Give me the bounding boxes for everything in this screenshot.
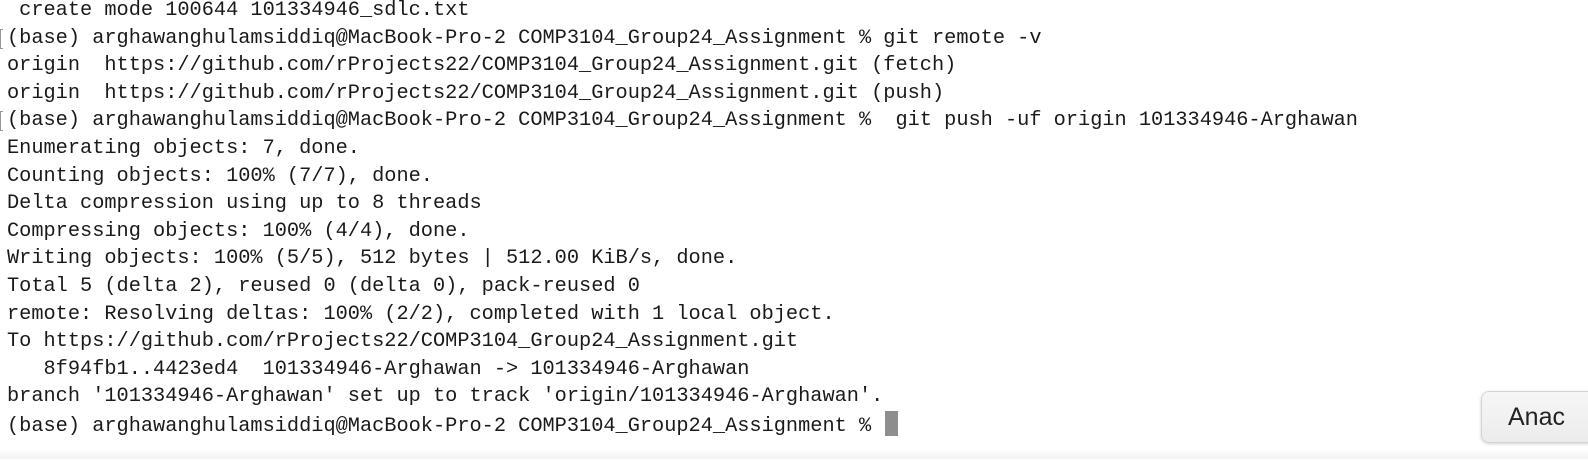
command-mark-icon <box>0 111 3 132</box>
terminal-line-text: origin https://github.com/rProjects22/CO… <box>7 81 945 105</box>
terminal-line-text: Enumerating objects: 7, done. <box>7 136 360 160</box>
prompt-text: (base) arghawanghulamsiddiq@MacBook-Pro-… <box>7 414 884 438</box>
terminal-line-text: (base) arghawanghulamsiddiq@MacBook-Pro-… <box>7 26 1042 50</box>
terminal-window[interactable]: create mode 100644 101334946_sdlc.txt (ba… <box>0 0 1588 459</box>
terminal-line: branch '101334946-Arghawan' set up to tr… <box>0 383 1588 411</box>
text-cursor <box>885 410 899 436</box>
terminal-line: remote: Resolving deltas: 100% (2/2), co… <box>0 301 1588 329</box>
terminal-prompt-line[interactable]: (base) arghawanghulamsiddiq@MacBook-Pro-… <box>0 410 1588 439</box>
terminal-line: origin https://github.com/rProjects22/CO… <box>0 52 1588 80</box>
terminal-line: Total 5 (delta 2), reused 0 (delta 0), p… <box>0 273 1588 301</box>
terminal-line: origin https://github.com/rProjects22/CO… <box>0 80 1588 108</box>
terminal-line-text: origin https://github.com/rProjects22/CO… <box>7 54 957 78</box>
terminal-line-text: create mode 100644 101334946_sdlc.txt <box>7 0 470 22</box>
terminal-line: Writing objects: 100% (5/5), 512 bytes |… <box>0 245 1588 273</box>
terminal-line: Enumerating objects: 7, done. <box>0 135 1588 163</box>
terminal-line-text: 8f94fb1..4423ed4 101334946-Arghawan -> 1… <box>7 357 750 381</box>
terminal-line: Compressing objects: 100% (4/4), done. <box>0 218 1588 246</box>
terminal-line: Counting objects: 100% (7/7), done. <box>0 163 1588 191</box>
terminal-line-text: (base) arghawanghulamsiddiq@MacBook-Pro-… <box>7 109 1358 133</box>
command-mark-icon <box>0 28 3 49</box>
window-bottom-shade <box>0 449 1588 459</box>
terminal-line: (base) arghawanghulamsiddiq@MacBook-Pro-… <box>0 25 1588 53</box>
terminal-line-text: remote: Resolving deltas: 100% (2/2), co… <box>7 302 835 326</box>
terminal-line-text: Compressing objects: 100% (4/4), done. <box>7 219 470 243</box>
terminal-line: create mode 100644 101334946_sdlc.txt <box>0 0 1588 25</box>
terminal-line-text: Counting objects: 100% (7/7), done. <box>7 164 433 188</box>
terminal-line-text: branch '101334946-Arghawan' set up to tr… <box>7 385 884 409</box>
terminal-line: To https://github.com/rProjects22/COMP31… <box>0 328 1588 356</box>
terminal-line: Delta compression using up to 8 threads <box>0 190 1588 218</box>
terminal-line-text: Total 5 (delta 2), reused 0 (delta 0), p… <box>7 274 640 298</box>
terminal-line-text: Delta compression using up to 8 threads <box>7 192 482 216</box>
terminal-line: (base) arghawanghulamsiddiq@MacBook-Pro-… <box>0 107 1588 135</box>
anaconda-button[interactable]: Anac <box>1481 391 1588 443</box>
terminal-line-text: To https://github.com/rProjects22/COMP31… <box>7 330 799 354</box>
terminal-output: create mode 100644 101334946_sdlc.txt (ba… <box>0 0 1588 411</box>
anaconda-button-label: Anac <box>1508 403 1565 431</box>
terminal-line: 8f94fb1..4423ed4 101334946-Arghawan -> 1… <box>0 356 1588 384</box>
terminal-line-text: Writing objects: 100% (5/5), 512 bytes |… <box>7 247 738 271</box>
